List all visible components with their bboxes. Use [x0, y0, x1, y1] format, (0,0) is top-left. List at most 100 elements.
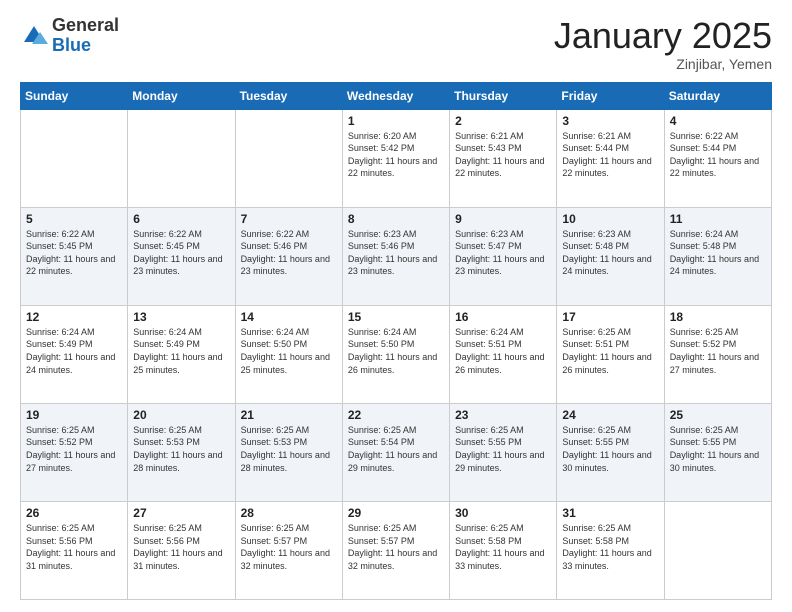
day-number: 1 — [348, 114, 444, 128]
day-of-week-header: Friday — [557, 82, 664, 109]
calendar-cell: 13 Sunrise: 6:24 AM Sunset: 5:49 PM Dayli… — [128, 305, 235, 403]
calendar-cell: 14 Sunrise: 6:24 AM Sunset: 5:50 PM Dayli… — [235, 305, 342, 403]
day-info: Sunrise: 6:24 AM Sunset: 5:48 PM Dayligh… — [670, 228, 766, 278]
calendar-cell — [235, 109, 342, 207]
calendar-cell: 3 Sunrise: 6:21 AM Sunset: 5:44 PM Daylig… — [557, 109, 664, 207]
logo-icon — [20, 22, 48, 50]
day-info: Sunrise: 6:21 AM Sunset: 5:43 PM Dayligh… — [455, 130, 551, 180]
calendar-cell: 23 Sunrise: 6:25 AM Sunset: 5:55 PM Dayli… — [450, 403, 557, 501]
calendar-cell: 25 Sunrise: 6:25 AM Sunset: 5:55 PM Dayli… — [664, 403, 771, 501]
day-number: 14 — [241, 310, 337, 324]
day-number: 12 — [26, 310, 122, 324]
day-number: 15 — [348, 310, 444, 324]
day-info: Sunrise: 6:25 AM Sunset: 5:51 PM Dayligh… — [562, 326, 658, 376]
day-of-week-header: Sunday — [21, 82, 128, 109]
day-info: Sunrise: 6:25 AM Sunset: 5:57 PM Dayligh… — [241, 522, 337, 572]
day-number: 21 — [241, 408, 337, 422]
day-info: Sunrise: 6:25 AM Sunset: 5:55 PM Dayligh… — [562, 424, 658, 474]
day-info: Sunrise: 6:20 AM Sunset: 5:42 PM Dayligh… — [348, 130, 444, 180]
day-number: 20 — [133, 408, 229, 422]
header: General Blue January 2025 Zinjibar, Yeme… — [20, 16, 772, 72]
day-number: 10 — [562, 212, 658, 226]
title-block: January 2025 Zinjibar, Yemen — [554, 16, 772, 72]
calendar-cell — [128, 109, 235, 207]
day-number: 6 — [133, 212, 229, 226]
day-of-week-header: Tuesday — [235, 82, 342, 109]
calendar-cell: 17 Sunrise: 6:25 AM Sunset: 5:51 PM Dayli… — [557, 305, 664, 403]
day-number: 30 — [455, 506, 551, 520]
calendar-cell — [664, 501, 771, 599]
calendar-cell: 2Sunrise: 6:21 AM Sunset: 5:43 PM Daylig… — [450, 109, 557, 207]
calendar-cell: 4 Sunrise: 6:22 AM Sunset: 5:44 PM Daylig… — [664, 109, 771, 207]
day-info: Sunrise: 6:24 AM Sunset: 5:50 PM Dayligh… — [348, 326, 444, 376]
day-number: 4 — [670, 114, 766, 128]
day-info: Sunrise: 6:25 AM Sunset: 5:55 PM Dayligh… — [455, 424, 551, 474]
calendar-cell: 18 Sunrise: 6:25 AM Sunset: 5:52 PM Dayli… — [664, 305, 771, 403]
calendar-cell: 27Sunrise: 6:25 AM Sunset: 5:56 PM Dayli… — [128, 501, 235, 599]
logo-general: General — [52, 15, 119, 35]
day-info: Sunrise: 6:25 AM Sunset: 5:52 PM Dayligh… — [670, 326, 766, 376]
calendar-cell: 8Sunrise: 6:23 AM Sunset: 5:46 PM Daylig… — [342, 207, 449, 305]
day-number: 3 — [562, 114, 658, 128]
calendar-cell: 22Sunrise: 6:25 AM Sunset: 5:54 PM Dayli… — [342, 403, 449, 501]
day-number: 25 — [670, 408, 766, 422]
day-number: 26 — [26, 506, 122, 520]
logo-blue: Blue — [52, 35, 91, 55]
day-info: Sunrise: 6:22 AM Sunset: 5:46 PM Dayligh… — [241, 228, 337, 278]
calendar-cell: 15 Sunrise: 6:24 AM Sunset: 5:50 PM Dayli… — [342, 305, 449, 403]
day-info: Sunrise: 6:24 AM Sunset: 5:49 PM Dayligh… — [26, 326, 122, 376]
calendar-cell: 9 Sunrise: 6:23 AM Sunset: 5:47 PM Daylig… — [450, 207, 557, 305]
day-of-week-header: Monday — [128, 82, 235, 109]
day-info: Sunrise: 6:25 AM Sunset: 5:55 PM Dayligh… — [670, 424, 766, 474]
day-info: Sunrise: 6:25 AM Sunset: 5:57 PM Dayligh… — [348, 522, 444, 572]
day-info: Sunrise: 6:22 AM Sunset: 5:44 PM Dayligh… — [670, 130, 766, 180]
calendar-cell: 16 Sunrise: 6:24 AM Sunset: 5:51 PM Dayli… — [450, 305, 557, 403]
day-number: 17 — [562, 310, 658, 324]
day-number: 24 — [562, 408, 658, 422]
logo-text: General Blue — [52, 16, 119, 56]
day-info: Sunrise: 6:24 AM Sunset: 5:51 PM Dayligh… — [455, 326, 551, 376]
day-info: Sunrise: 6:23 AM Sunset: 5:48 PM Dayligh… — [562, 228, 658, 278]
day-number: 18 — [670, 310, 766, 324]
calendar-cell: 28 Sunrise: 6:25 AM Sunset: 5:57 PM Dayli… — [235, 501, 342, 599]
calendar-cell: 20Sunrise: 6:25 AM Sunset: 5:53 PM Dayli… — [128, 403, 235, 501]
week-row: 19Sunrise: 6:25 AM Sunset: 5:52 PM Dayli… — [21, 403, 772, 501]
day-info: Sunrise: 6:23 AM Sunset: 5:47 PM Dayligh… — [455, 228, 551, 278]
day-info: Sunrise: 6:24 AM Sunset: 5:50 PM Dayligh… — [241, 326, 337, 376]
day-info: Sunrise: 6:21 AM Sunset: 5:44 PM Dayligh… — [562, 130, 658, 180]
calendar-cell: 19Sunrise: 6:25 AM Sunset: 5:52 PM Dayli… — [21, 403, 128, 501]
calendar-cell: 6Sunrise: 6:22 AM Sunset: 5:45 PM Daylig… — [128, 207, 235, 305]
calendar: SundayMondayTuesdayWednesdayThursdayFrid… — [20, 82, 772, 600]
calendar-cell — [21, 109, 128, 207]
day-of-week-header: Wednesday — [342, 82, 449, 109]
day-header-row: SundayMondayTuesdayWednesdayThursdayFrid… — [21, 82, 772, 109]
day-number: 7 — [241, 212, 337, 226]
day-number: 9 — [455, 212, 551, 226]
page: General Blue January 2025 Zinjibar, Yeme… — [0, 0, 792, 612]
week-row: 26 Sunrise: 6:25 AM Sunset: 5:56 PM Dayli… — [21, 501, 772, 599]
day-info: Sunrise: 6:25 AM Sunset: 5:53 PM Dayligh… — [241, 424, 337, 474]
day-number: 28 — [241, 506, 337, 520]
day-info: Sunrise: 6:24 AM Sunset: 5:49 PM Dayligh… — [133, 326, 229, 376]
month-title: January 2025 — [554, 16, 772, 56]
calendar-cell: 21 Sunrise: 6:25 AM Sunset: 5:53 PM Dayli… — [235, 403, 342, 501]
day-number: 16 — [455, 310, 551, 324]
week-row: 5Sunrise: 6:22 AM Sunset: 5:45 PM Daylig… — [21, 207, 772, 305]
day-number: 11 — [670, 212, 766, 226]
calendar-cell: 5Sunrise: 6:22 AM Sunset: 5:45 PM Daylig… — [21, 207, 128, 305]
calendar-cell: 11 Sunrise: 6:24 AM Sunset: 5:48 PM Dayli… — [664, 207, 771, 305]
day-info: Sunrise: 6:25 AM Sunset: 5:56 PM Dayligh… — [133, 522, 229, 572]
calendar-cell: 31Sunrise: 6:25 AM Sunset: 5:58 PM Dayli… — [557, 501, 664, 599]
week-row: 12 Sunrise: 6:24 AM Sunset: 5:49 PM Dayli… — [21, 305, 772, 403]
day-number: 29 — [348, 506, 444, 520]
day-info: Sunrise: 6:25 AM Sunset: 5:56 PM Dayligh… — [26, 522, 122, 572]
day-number: 23 — [455, 408, 551, 422]
calendar-cell: 12 Sunrise: 6:24 AM Sunset: 5:49 PM Dayli… — [21, 305, 128, 403]
day-of-week-header: Thursday — [450, 82, 557, 109]
day-info: Sunrise: 6:25 AM Sunset: 5:54 PM Dayligh… — [348, 424, 444, 474]
day-number: 13 — [133, 310, 229, 324]
day-info: Sunrise: 6:23 AM Sunset: 5:46 PM Dayligh… — [348, 228, 444, 278]
location: Zinjibar, Yemen — [554, 56, 772, 72]
calendar-cell: 30Sunrise: 6:25 AM Sunset: 5:58 PM Dayli… — [450, 501, 557, 599]
calendar-cell: 24 Sunrise: 6:25 AM Sunset: 5:55 PM Dayli… — [557, 403, 664, 501]
